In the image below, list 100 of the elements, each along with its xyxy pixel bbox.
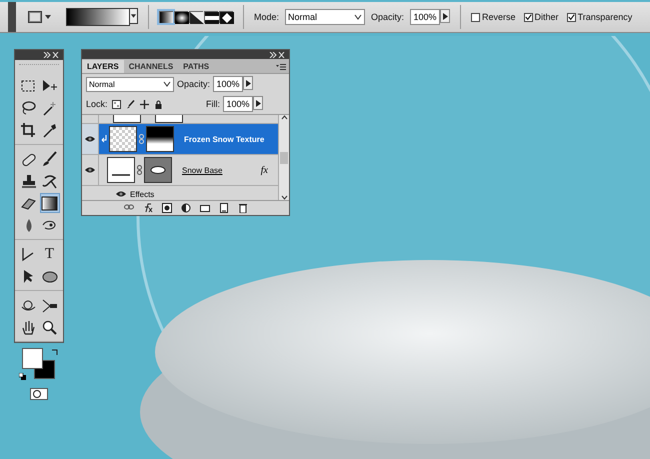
angle-gradient-icon [190, 12, 204, 24]
checkmark-icon [524, 13, 532, 21]
chevron-icon [354, 14, 362, 20]
checkbox-label: Reverse [482, 12, 516, 22]
trash-icon [238, 203, 248, 213]
ellipse-icon [150, 166, 166, 174]
mask-icon [162, 203, 172, 213]
opacity-slider-button[interactable] [440, 9, 450, 23]
linear-gradient-icon [160, 12, 174, 24]
folder-button[interactable] [200, 203, 210, 213]
caret-icon [44, 13, 52, 21]
collapse-close-icon [43, 52, 59, 58]
chevron-icon [163, 81, 171, 87]
quick-mask-button[interactable] [30, 388, 48, 400]
color-swatches[interactable] [22, 348, 55, 379]
padlock-button[interactable] [152, 100, 164, 108]
line-icon [112, 174, 130, 176]
clip-arrow-icon [101, 135, 107, 143]
checkbox[interactable] [471, 12, 480, 22]
trash-button[interactable] [238, 203, 248, 213]
lock-transparency-button[interactable] [110, 100, 122, 108]
move-button[interactable] [138, 100, 150, 108]
panel-grip [8, 2, 16, 32]
diamond-gradient-button[interactable] [219, 11, 233, 23]
reflected-gradient-button[interactable] [204, 11, 218, 23]
scroll-thumb[interactable] [280, 152, 288, 164]
layer-thumbnail [109, 126, 137, 152]
angle-gradient-button[interactable] [189, 11, 203, 23]
blend-mode-dropdown[interactable]: Normal [86, 76, 174, 92]
new-layer-icon [218, 203, 228, 213]
opacity-slider-button[interactable] [243, 76, 254, 90]
up-chevron-icon [280, 115, 288, 120]
lock-label: Lock: [86, 99, 108, 109]
gradient-icon [41, 194, 58, 212]
fill-field[interactable]: 100% [223, 96, 253, 112]
opacity-field[interactable]: 100% [213, 76, 244, 92]
down-chevron-icon [280, 195, 288, 200]
triangle-icon [256, 100, 260, 106]
lasso-icon [20, 100, 37, 116]
fx-label: fx [260, 164, 268, 176]
default-colors-icon [19, 373, 26, 380]
lock-transparency-icon [112, 100, 121, 108]
gradient-icon [28, 11, 42, 23]
magic-wand-icon [41, 100, 58, 116]
mode-dropdown[interactable]: Normal [285, 9, 366, 25]
reflected-gradient-icon [205, 12, 219, 24]
padlock-icon [154, 100, 163, 108]
fx-icon [142, 203, 152, 213]
opacity-label: Opacity: [371, 12, 404, 22]
brush-button[interactable] [124, 100, 136, 108]
layer-name: Frozen Snow Texture [184, 134, 264, 144]
gradient-tool-button[interactable] [40, 193, 60, 213]
diamond-gradient-icon [220, 12, 234, 24]
circle-icon [31, 389, 43, 399]
layer-name: Snow Base [182, 166, 222, 174]
chain-link-icon [137, 165, 142, 175]
brush-icon [41, 150, 58, 168]
chain-link-icon [139, 134, 144, 144]
color-swatches-drawing [22, 348, 55, 379]
dropdown-button[interactable] [130, 8, 138, 24]
zoom-icon [41, 318, 58, 336]
fx-button[interactable] [142, 203, 152, 213]
half-circle-icon [180, 203, 190, 213]
camera-3d-icon [41, 296, 58, 314]
opacity-label: Opacity: [177, 79, 210, 89]
marquee-icon [20, 78, 37, 94]
gradient-preview[interactable] [66, 8, 130, 26]
checkmark-icon [568, 13, 575, 21]
layer-row[interactable]: Snow Base fx [82, 155, 278, 186]
linear-gradient-button[interactable] [159, 11, 173, 23]
menu-icon [276, 64, 286, 70]
crop-icon [20, 122, 37, 138]
half-circle-button[interactable] [180, 203, 190, 213]
checkbox-label: Dither [534, 12, 559, 22]
checkbox[interactable] [566, 12, 576, 22]
history-brush-icon [41, 172, 58, 190]
mask-button[interactable] [162, 203, 172, 213]
eyedropper-icon [41, 122, 58, 138]
brush-icon [126, 100, 135, 108]
triangle-icon [442, 12, 448, 20]
checkbox-label: Transparency [578, 12, 632, 22]
radial-gradient-button[interactable] [174, 11, 188, 23]
folder-icon [200, 203, 210, 213]
drop-icon [24, 218, 32, 232]
stamp-icon [20, 172, 37, 190]
move-icon [140, 100, 149, 108]
fill-slider-button[interactable] [253, 96, 263, 110]
checkbox[interactable] [524, 12, 533, 22]
panel-tab[interactable]: LAYERS [82, 60, 124, 73]
new-layer-button[interactable] [218, 203, 228, 213]
panel-menu-button[interactable] [276, 64, 286, 70]
text-tool-button[interactable]: T [40, 244, 60, 264]
fill-label: Fill: [206, 99, 220, 109]
layer-row[interactable]: Frozen Snow Texture [82, 124, 278, 155]
scrollbar[interactable] [278, 115, 289, 200]
collapse-close-icon [269, 52, 285, 58]
opacity-field[interactable]: 100% [410, 9, 440, 25]
effects-label[interactable]: Effects [130, 190, 154, 198]
hand-icon [20, 318, 37, 336]
radial-gradient-icon [175, 12, 189, 24]
